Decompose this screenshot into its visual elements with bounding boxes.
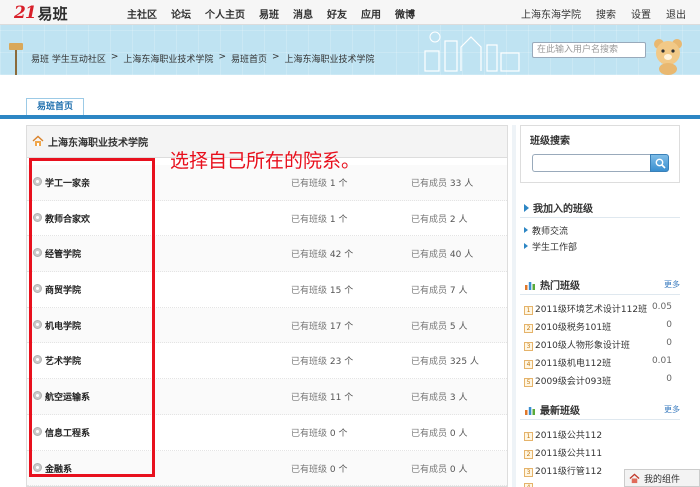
hot-class-item[interactable]: 1 2011级环境艺术设计112班 0.05 [524,302,680,320]
tab-strip [0,75,700,119]
logo-mark: 21 [14,3,37,23]
breadcrumb-separator: > [218,52,226,62]
class-search-button[interactable] [650,154,669,172]
class-count: 已有班级 1 个 [291,179,348,189]
bullet-icon [524,243,528,249]
class-count: 已有班级 42 个 [291,250,354,261]
divider [520,217,680,218]
site-logo[interactable]: 21 易班 [14,3,68,23]
nav-weibo[interactable]: 微博 [395,6,415,21]
hot-classes-list: 1 2011级环境艺术设计112班 0.05 2 2010级税务101班 0 3 2010… [524,302,680,392]
sidebar: 班级搜索 我加入的班级 教师交流 学生工作部 热门班级 更多 1 2011级环境艺… [520,125,680,487]
new-class-item[interactable]: 2 2011级公共111 [524,446,680,464]
class-search-title: 班级搜索 [530,136,570,147]
nav-personal-home[interactable]: 个人主页 [205,6,245,21]
class-count: 已有班级 1 个 [291,214,348,225]
user-search-input[interactable] [532,42,646,58]
bar-chart-icon [525,406,535,415]
breadcrumb-separator: > [110,52,119,62]
member-count: 已有成员 0 人 [411,464,468,475]
nav-messages[interactable]: 消息 [293,6,313,21]
logout-link[interactable]: 退出 [666,6,686,21]
annotation-text: 选择自己所在的院系。 [170,150,361,172]
member-count: 已有成员 40 人 [411,250,474,261]
class-count: 已有班级 11 个 [291,393,354,404]
breadcrumb-item[interactable]: 上海东海职业技术学院 [123,52,213,65]
nav-main-community[interactable]: 主社区 [127,6,157,21]
hot-class-item[interactable]: 3 2010级人物形象设计班 0 [524,338,680,356]
member-count: 已有成员 0 人 [411,428,468,439]
tab-underline [0,115,700,119]
home-icon [32,135,44,146]
main-nav: 主社区 论坛 个人主页 易班 消息 好友 应用 微博 [127,6,429,21]
joined-class-item[interactable]: 学生工作部 [524,240,680,256]
member-count: 已有成员 2 人 [411,214,468,225]
bullet-icon [524,227,528,233]
hot-classes-more-link[interactable]: 更多 [664,279,680,290]
top-navigation-bar: 21 易班 主社区 论坛 个人主页 易班 消息 好友 应用 微博 上海东海学院 … [0,0,700,25]
hot-classes-title: 热门班级 [524,277,580,292]
arrow-icon [524,203,529,212]
new-classes-title: 最新班级 [524,402,580,417]
member-count: 已有成员 5 人 [411,321,468,332]
class-count: 已有班级 0 个 [291,464,348,475]
new-class-item[interactable]: 1 2011级公共112 [524,428,680,446]
department-panel: 上海东海职业技术学院 学工一家亲 已有班级 1 个 已有成员 33 人 教师合家… [26,125,508,487]
nav-yiban[interactable]: 易班 [259,6,279,21]
class-count: 已有班级 15 个 [291,286,354,297]
member-count: 已有成员 33 人 [411,179,474,189]
bar-chart-icon [525,281,535,290]
nav-apps[interactable]: 应用 [361,6,381,21]
home-icon [629,473,640,483]
joined-classes-title: 我加入的班级 [524,200,593,215]
breadcrumb: 易班 学生互动社区 > 上海东海职业技术学院 > 易班首页 > 上海东海职业技术… [31,52,375,65]
user-school-link[interactable]: 上海东海学院 [521,6,581,21]
bear-mascot-icon [654,39,682,75]
class-count: 已有班级 17 个 [291,321,354,332]
user-links: 上海东海学院 搜索 设置 退出 [506,6,686,21]
banner-illustration [424,31,520,72]
class-count: 已有班级 23 个 [291,357,354,368]
hot-class-item[interactable]: 2 2010级税务101班 0 [524,320,680,338]
search-link[interactable]: 搜索 [596,6,616,21]
hot-class-item[interactable]: 4 2011级机电112班 0.01 [524,356,680,374]
class-count: 已有班级 0 个 [291,428,348,439]
class-search-input[interactable] [532,154,650,172]
my-widgets-button[interactable]: 我的组件 [624,469,700,487]
breadcrumb-item[interactable]: 上海东海职业技术学院 [285,52,375,65]
panel-divider [512,125,516,487]
breadcrumb-item[interactable]: 易班首页 [231,52,267,65]
member-count: 已有成员 3 人 [411,393,468,404]
logo-text: 易班 [37,4,68,23]
joined-classes-list: 教师交流 学生工作部 [524,224,680,256]
joined-class-item[interactable]: 教师交流 [524,224,680,240]
page-title: 上海东海职业技术学院 [48,138,148,149]
nav-forum[interactable]: 论坛 [171,6,191,21]
settings-link[interactable]: 设置 [631,6,651,21]
member-count: 已有成员 7 人 [411,286,468,297]
signpost-icon [9,43,23,75]
divider [520,419,680,420]
divider [520,294,680,295]
search-icon [655,158,666,169]
tab-yiban-home[interactable]: 易班首页 [26,98,84,115]
class-search-box: 班级搜索 [520,125,680,183]
annotation-highlight-box [29,158,155,477]
new-classes-more-link[interactable]: 更多 [664,404,680,415]
breadcrumb-separator: > [272,52,280,62]
page-banner: 易班 学生互动社区 > 上海东海职业技术学院 > 易班首页 > 上海东海职业技术… [0,25,700,75]
hot-class-item[interactable]: 5 2009级会计093班 0 [524,374,680,392]
breadcrumb-item[interactable]: 易班 学生互动社区 [31,52,106,65]
member-count: 已有成员 325 人 [411,357,479,368]
nav-friends[interactable]: 好友 [327,6,347,21]
